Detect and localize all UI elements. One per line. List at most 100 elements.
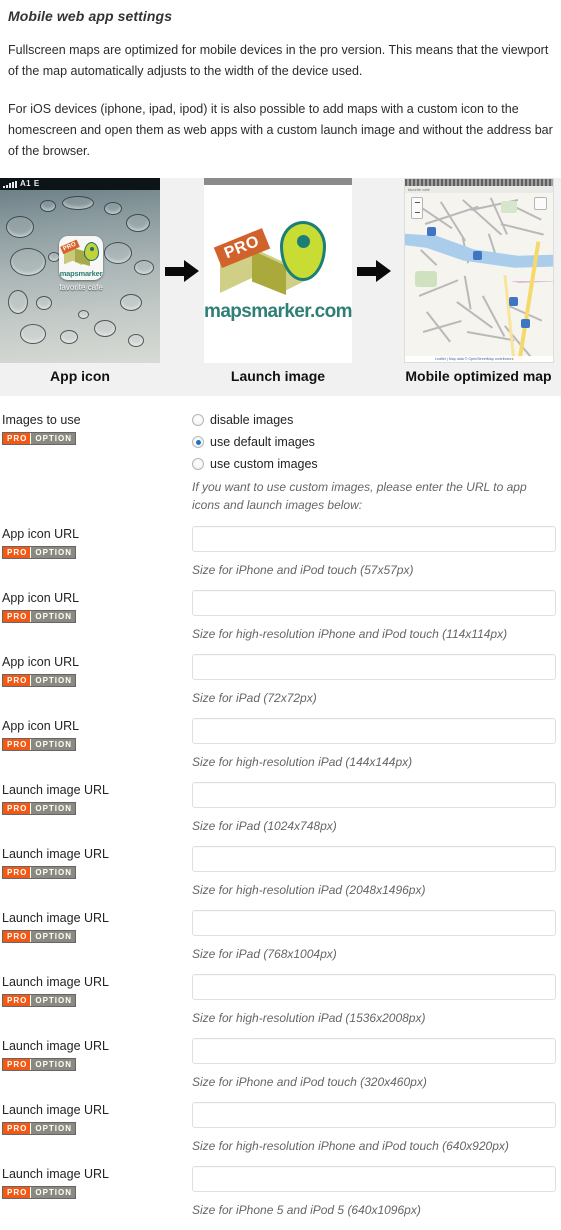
form-row-url-field: Launch image URL PRO OPTION Size for high-r… [0,1102,561,1155]
label-col-url-field: App icon URL PRO OPTION [0,590,192,624]
mapsmarker-app-icon[interactable]: PRO mapsmarker [59,236,103,280]
radio-label-disable-images: disable images [210,413,294,427]
pro-badge-pro-label: PRO [3,611,31,622]
arrow-right-icon [165,259,199,282]
url-field-hint: Size for iPhone 5 and iPod 5 (640x1096px… [192,1203,421,1217]
pro-option-badge: PRO OPTION [2,802,77,815]
url-input[interactable] [192,1166,556,1192]
control-col-url-field: Size for high-resolution iPhone and iPod… [192,590,561,643]
radio-icon-use-default-images[interactable] [192,436,204,448]
control-col-url-field: Size for high-resolution iPad (2048x1496… [192,846,561,899]
map-zoom-controls[interactable] [411,197,423,219]
settings-form: Images to use PRO OPTION disable images … [0,412,561,1219]
field-label-url: App icon URL [2,527,80,541]
map-marker-4[interactable] [521,319,530,328]
form-row-url-field: App icon URL PRO OPTION Size for high-resol… [0,590,561,643]
control-col-url-field: Size for iPhone 5 and iPod 5 (640x1096px… [192,1166,561,1219]
arrow-cell-1 [160,178,204,363]
field-label-url: Launch image URL [2,1167,110,1181]
label-col-url-field: Launch image URL PRO OPTION [0,974,192,1008]
url-input[interactable] [192,718,556,744]
form-row-url-field: Launch image URL PRO OPTION Size for iPhone… [0,1166,561,1219]
pro-option-badge: PRO OPTION [2,994,77,1007]
url-input[interactable] [192,974,556,1000]
pro-badge-option-label: OPTION [30,675,76,686]
pro-badge-pro-label: PRO [3,739,31,750]
pro-option-badge: PRO OPTION [2,866,77,879]
map-marker-3[interactable] [509,297,518,306]
logo-wordmark: mapsmarker.com [204,301,352,322]
form-row-url-field: Launch image URL PRO OPTION Size for iPad (… [0,782,561,835]
form-row-url-field: Launch image URL PRO OPTION Size for high-r… [0,974,561,1027]
url-field-hint: Size for high-resolution iPad (2048x1496… [192,883,426,897]
map-fullscreen-button[interactable] [534,197,547,210]
label-col-images-to-use: Images to use PRO OPTION [0,412,192,446]
field-label-url: App icon URL [2,655,80,669]
label-col-url-field: Launch image URL PRO OPTION [0,782,192,816]
control-col-url-field: Size for high-resolution iPhone and iPod… [192,1102,561,1155]
url-input[interactable] [192,1038,556,1064]
pro-badge-pro-label: PRO [3,1059,31,1070]
mobile-map-screenshot: favorite cafe Leaflet | Map data © OpenS… [404,178,554,363]
mobile-web-app-settings-page: Mobile web app settings Fullscreen maps … [0,0,561,1230]
url-input[interactable] [192,526,556,552]
radio-icon-disable-images[interactable] [192,414,204,426]
form-row-url-field: App icon URL PRO OPTION Size for iPad (72x7… [0,654,561,707]
logo-pin-icon [280,221,326,281]
radio-label-use-default-images: use default images [210,435,315,449]
url-field-hint: Size for iPhone and iPod touch (57x57px) [192,563,414,577]
radio-icon-use-custom-images[interactable] [192,458,204,470]
signal-bars-icon [3,180,17,188]
pro-badge-option-label: OPTION [30,739,76,750]
url-field-hint: Size for high-resolution iPad (1536x2008… [192,1011,426,1025]
network-type-label: E [33,179,40,188]
panel-caption-app-icon: App icon [50,368,110,384]
pro-option-badge: PRO OPTION [2,674,77,687]
field-label-images-to-use: Images to use [2,413,81,427]
form-row-url-field: App icon URL PRO OPTION Size for high-resol… [0,718,561,771]
control-col-images-to-use: disable images use default images use cu… [192,412,561,514]
radio-option-use-default-images[interactable]: use default images [192,434,556,450]
pro-option-badge: PRO OPTION [2,1186,77,1199]
pro-badge-option-label: OPTION [30,433,76,444]
pro-badge-pro-label: PRO [3,1123,31,1134]
panel-caption-map: Mobile optimized map [405,368,552,384]
control-col-url-field: Size for iPhone and iPod touch (320x460p… [192,1038,561,1091]
map-attribution: Leaflet | Map data © OpenStreetMap contr… [405,356,553,362]
url-input[interactable] [192,910,556,936]
pro-badge-pro-label: PRO [3,995,31,1006]
url-field-hint: Size for iPad (768x1004px) [192,947,337,961]
launch-image-screenshot: PRO mapsmarker.com [204,178,352,363]
url-input[interactable] [192,1102,556,1128]
carrier-label: A1 [20,179,31,188]
map-title-bar: favorite cafe [405,186,553,193]
radio-option-use-custom-images[interactable]: use custom images [192,456,556,472]
illustration-panel-app-icon: A1 E PRO mapsmarker favorite cafe App ic… [0,178,160,396]
control-col-url-field: Size for high-resolution iPad (144x144px… [192,718,561,771]
label-col-url-field: Launch image URL PRO OPTION [0,1166,192,1200]
field-label-url: App icon URL [2,719,80,733]
field-label-url: App icon URL [2,591,80,605]
url-input[interactable] [192,590,556,616]
arrow-right-icon-2 [357,259,391,282]
form-row-url-field: Launch image URL PRO OPTION Size for iPad (… [0,910,561,963]
app-icon-title: favorite cafe [59,283,103,292]
label-col-url-field: App icon URL PRO OPTION [0,654,192,688]
radio-option-disable-images[interactable]: disable images [192,412,556,428]
mapsmarker-logo: PRO [213,221,340,299]
url-field-hint: Size for iPhone and iPod touch (320x460p… [192,1075,427,1089]
map-marker-1[interactable] [427,227,436,236]
arrow-cell-2 [352,178,396,363]
pro-badge-option-label: OPTION [30,611,76,622]
pro-badge-option-label: OPTION [30,1123,76,1134]
map-park-2 [501,201,517,213]
map-marker-2[interactable] [473,251,482,260]
url-input[interactable] [192,846,556,872]
url-field-hint: Size for high-resolution iPhone and iPod… [192,1139,509,1153]
intro-paragraph-2: For iOS devices (iphone, ipad, ipod) it … [8,102,553,158]
home-screen-app[interactable]: PRO mapsmarker favorite cafe [58,236,104,292]
illustration-panel-launch-image: PRO mapsmarker.com Launch image [204,178,352,396]
url-field-hint: Size for iPad (1024x748px) [192,819,337,833]
url-input[interactable] [192,782,556,808]
url-input[interactable] [192,654,556,680]
